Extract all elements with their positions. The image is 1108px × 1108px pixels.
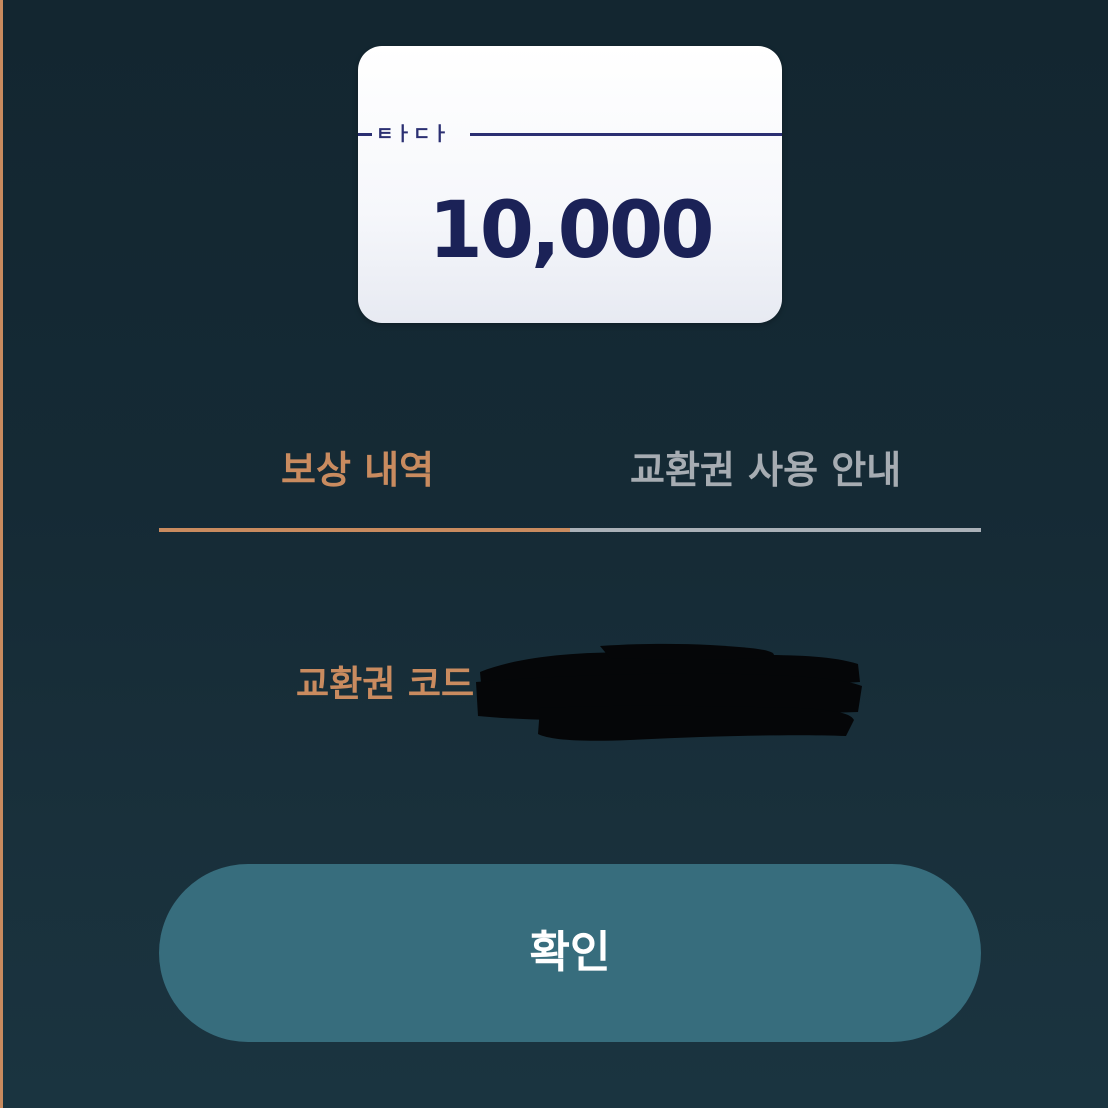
- voucher-code-label: 교환권 코드: [296, 664, 475, 705]
- voucher-card: ㅌㅏㄷㅏ 10,000: [358, 46, 782, 323]
- tab-bar: 보상 내역 교환권 사용 안내: [159, 430, 981, 532]
- tab-voucher-guide[interactable]: 교환권 사용 안내: [570, 430, 981, 532]
- voucher-amount: 10,000: [428, 186, 715, 276]
- card-brand-line-left: [358, 133, 372, 136]
- tab-voucher-guide-underline: [570, 528, 981, 532]
- tab-voucher-guide-label: 교환권 사용 안내: [630, 448, 902, 492]
- left-edge-accent: [0, 0, 3, 1108]
- tab-reward-history[interactable]: 보상 내역: [159, 430, 570, 532]
- confirm-button[interactable]: 확인: [159, 864, 981, 1042]
- card-brand-logo: ㅌㅏㄷㅏ: [376, 123, 450, 145]
- confirm-button-label: 확인: [529, 928, 611, 977]
- tab-reward-history-underline: [159, 528, 570, 532]
- redaction-scribble: [476, 643, 862, 741]
- card-brand-line-right: [470, 133, 782, 136]
- tab-reward-history-label: 보상 내역: [281, 448, 435, 492]
